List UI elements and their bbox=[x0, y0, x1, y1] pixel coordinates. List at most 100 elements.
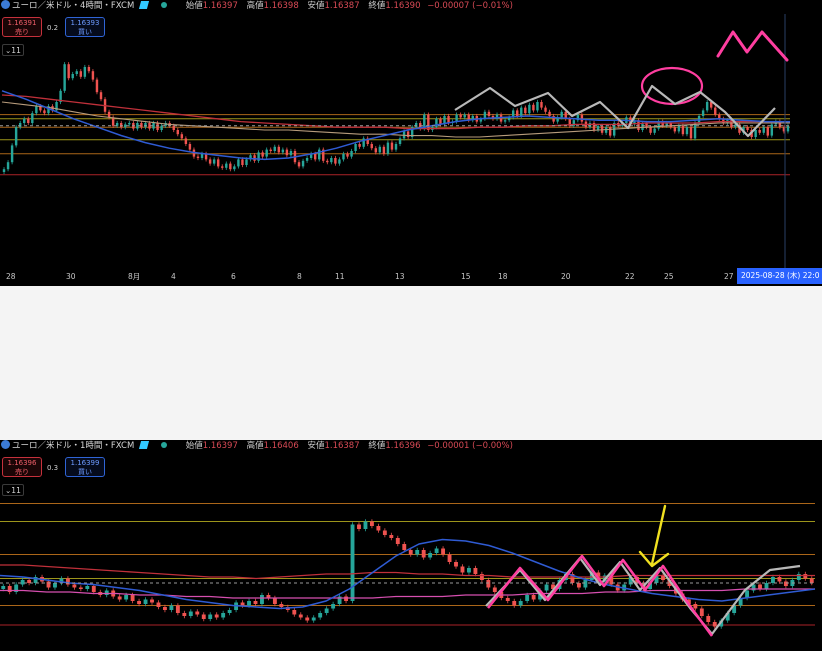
indicator-toggle[interactable]: ⌄11 bbox=[2, 484, 24, 496]
flag-icon[interactable] bbox=[139, 1, 150, 9]
x-tick-label: 6 bbox=[231, 272, 236, 281]
candle-body bbox=[156, 123, 159, 130]
candle-body bbox=[803, 574, 808, 579]
candle-body bbox=[677, 125, 681, 132]
candle-body bbox=[661, 575, 665, 580]
ohlc-label: 始値 bbox=[185, 1, 203, 11]
candle-body bbox=[463, 114, 466, 118]
candle-body bbox=[486, 580, 491, 588]
candle-body bbox=[460, 566, 465, 573]
candle-body bbox=[406, 131, 410, 137]
candle-body bbox=[596, 125, 600, 130]
candle-body bbox=[376, 526, 381, 531]
symbol-title[interactable]: ユーロ／米ドル・4時間・FXCM bbox=[12, 1, 134, 11]
candle-body bbox=[516, 110, 519, 116]
candle-body bbox=[701, 110, 705, 116]
candle-body bbox=[777, 577, 782, 582]
candle-body bbox=[253, 601, 258, 604]
moving-average-line bbox=[0, 538, 816, 610]
candle-body bbox=[221, 613, 226, 618]
candle-body bbox=[71, 74, 74, 79]
x-tick-label: 15 bbox=[461, 272, 471, 281]
sell-label: 売り bbox=[15, 468, 29, 476]
candle-body bbox=[31, 113, 34, 123]
candle-body bbox=[414, 123, 418, 128]
buy-button[interactable]: 1.16399 買い bbox=[65, 457, 105, 477]
candle-body bbox=[454, 562, 458, 567]
candle-body bbox=[46, 581, 51, 588]
candle-body bbox=[459, 114, 462, 118]
candle-body bbox=[714, 107, 717, 115]
candle-body bbox=[301, 160, 305, 167]
x-tick-label: 20 bbox=[561, 272, 571, 281]
candle-body bbox=[261, 152, 264, 157]
candle-body bbox=[390, 142, 394, 150]
x-tick-label: 8月 bbox=[128, 272, 140, 281]
candle-body bbox=[344, 596, 348, 601]
candle-body bbox=[689, 127, 693, 139]
candle-body bbox=[382, 146, 386, 154]
candle-body bbox=[706, 616, 711, 622]
symbol-icon bbox=[1, 440, 10, 449]
chart-header-4h: ユーロ／米ドル・4時間・FXCM 始値1.16397 高値1.16398 安値1… bbox=[0, 0, 822, 14]
candle-body bbox=[503, 120, 507, 122]
x-tick-label: 27 bbox=[724, 272, 734, 281]
spread-value: 0.3 bbox=[47, 464, 59, 472]
chart-canvas-1h[interactable] bbox=[0, 440, 822, 651]
candle-body bbox=[241, 159, 244, 165]
candle-body bbox=[128, 123, 131, 125]
candle-body bbox=[184, 138, 188, 144]
candle-body bbox=[107, 111, 111, 118]
candle-body bbox=[544, 107, 547, 112]
candle-body bbox=[693, 123, 697, 139]
candle-body bbox=[653, 128, 656, 133]
candle-body bbox=[176, 130, 179, 135]
candle-body bbox=[233, 166, 236, 170]
chart-canvas-4h[interactable]: 28 30 8月 4 6 8 11 13 15 18 20 22 25 27 bbox=[0, 0, 822, 286]
candle-body bbox=[583, 580, 588, 588]
candle-body bbox=[358, 144, 361, 147]
candle-body bbox=[764, 583, 769, 589]
ohlc-value: 1.16387 bbox=[324, 1, 360, 11]
candle-body bbox=[156, 602, 161, 607]
candle-body bbox=[140, 123, 143, 128]
sell-button[interactable]: 1.16396 売り bbox=[2, 457, 42, 477]
candle-body bbox=[6, 162, 10, 170]
candle-body bbox=[95, 79, 99, 93]
candle-body bbox=[681, 125, 685, 135]
ohlc-value: 1.16387 bbox=[324, 441, 360, 451]
candle-body bbox=[540, 102, 543, 108]
sell-button[interactable]: 1.16391 売り bbox=[2, 17, 42, 37]
candle-body bbox=[130, 595, 135, 601]
ohlc-label: 高値 bbox=[246, 441, 264, 451]
candle-body bbox=[67, 64, 70, 79]
candle-body bbox=[208, 614, 213, 619]
candle-body bbox=[520, 107, 523, 116]
ohlc-label: 始値 bbox=[185, 441, 203, 451]
x-tick-label: 4 bbox=[171, 272, 176, 281]
candle-body bbox=[492, 587, 497, 592]
sell-label: 売り bbox=[15, 28, 29, 36]
x-tick-label: 11 bbox=[335, 272, 345, 281]
candle-body bbox=[281, 149, 285, 153]
x-tick-label: 28 bbox=[6, 272, 16, 281]
chart-panel-1h[interactable]: ユーロ／米ドル・1時間・FXCM 始値1.16397 高値1.16406 安値1… bbox=[0, 440, 822, 651]
candle-body bbox=[395, 538, 400, 544]
indicator-count: 11 bbox=[11, 46, 21, 55]
buy-price: 1.16399 bbox=[70, 459, 100, 467]
candle-body bbox=[378, 146, 382, 153]
candle-body bbox=[699, 608, 704, 616]
spread-value: 0.2 bbox=[47, 24, 59, 32]
indicator-toggle[interactable]: ⌄11 bbox=[2, 44, 24, 56]
buy-button[interactable]: 1.16393 買い bbox=[65, 17, 105, 37]
symbol-title[interactable]: ユーロ／米ドル・1時間・FXCM bbox=[12, 441, 134, 451]
flag-icon[interactable] bbox=[139, 441, 150, 449]
candle-body bbox=[144, 123, 147, 128]
chart-panel-4h[interactable]: 28 30 8月 4 6 8 11 13 15 18 20 22 25 27 ユーロ／米ドル・4時間・FX… bbox=[0, 0, 822, 286]
candle-body bbox=[771, 577, 775, 583]
candle-body bbox=[778, 121, 782, 128]
candle-body bbox=[72, 584, 77, 588]
candle-body bbox=[370, 144, 373, 149]
candle-body bbox=[354, 144, 357, 151]
candle-body bbox=[253, 155, 256, 161]
